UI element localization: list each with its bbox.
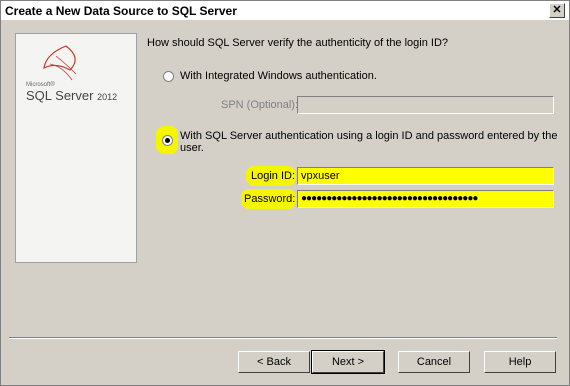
login-id-field[interactable]: vpxuser <box>297 167 554 185</box>
spn-field[interactable] <box>297 96 554 114</box>
logo-product: SQL Server 2012 <box>26 88 118 103</box>
password-label: Password: <box>244 193 296 205</box>
next-button[interactable]: Next > <box>311 350 385 374</box>
sql-auth-label[interactable]: With SQL Server authentication using a l… <box>180 130 557 154</box>
sql-server-logo: Microsoft® SQL Server 2012 <box>22 44 130 104</box>
title-bar[interactable]: Create a New Data Source to SQL Server ✕ <box>1 1 569 20</box>
help-button[interactable]: Help <box>484 351 556 373</box>
question-text: How should SQL Server verify the authent… <box>147 37 449 49</box>
side-panel: Microsoft® SQL Server 2012 <box>15 33 137 263</box>
sql-server-logo-icon <box>43 45 77 81</box>
back-button[interactable]: < Back <box>238 351 310 373</box>
sql-auth-radio[interactable] <box>162 135 173 146</box>
close-button[interactable]: ✕ <box>549 3 565 18</box>
dialog-window: Create a New Data Source to SQL Server ✕… <box>0 0 570 386</box>
spn-label: SPN (Optional): <box>221 99 299 111</box>
windows-auth-radio[interactable] <box>163 71 174 82</box>
windows-auth-label[interactable]: With Integrated Windows authentication. <box>180 70 377 82</box>
password-field[interactable]: ●●●●●●●●●●●●●●●●●●●●●●●●●●●●●●●●●●● <box>297 190 554 208</box>
login-id-label: Login ID: <box>251 170 296 182</box>
window-title: Create a New Data Source to SQL Server <box>5 4 237 18</box>
cancel-button[interactable]: Cancel <box>398 351 470 373</box>
button-separator <box>9 337 557 339</box>
